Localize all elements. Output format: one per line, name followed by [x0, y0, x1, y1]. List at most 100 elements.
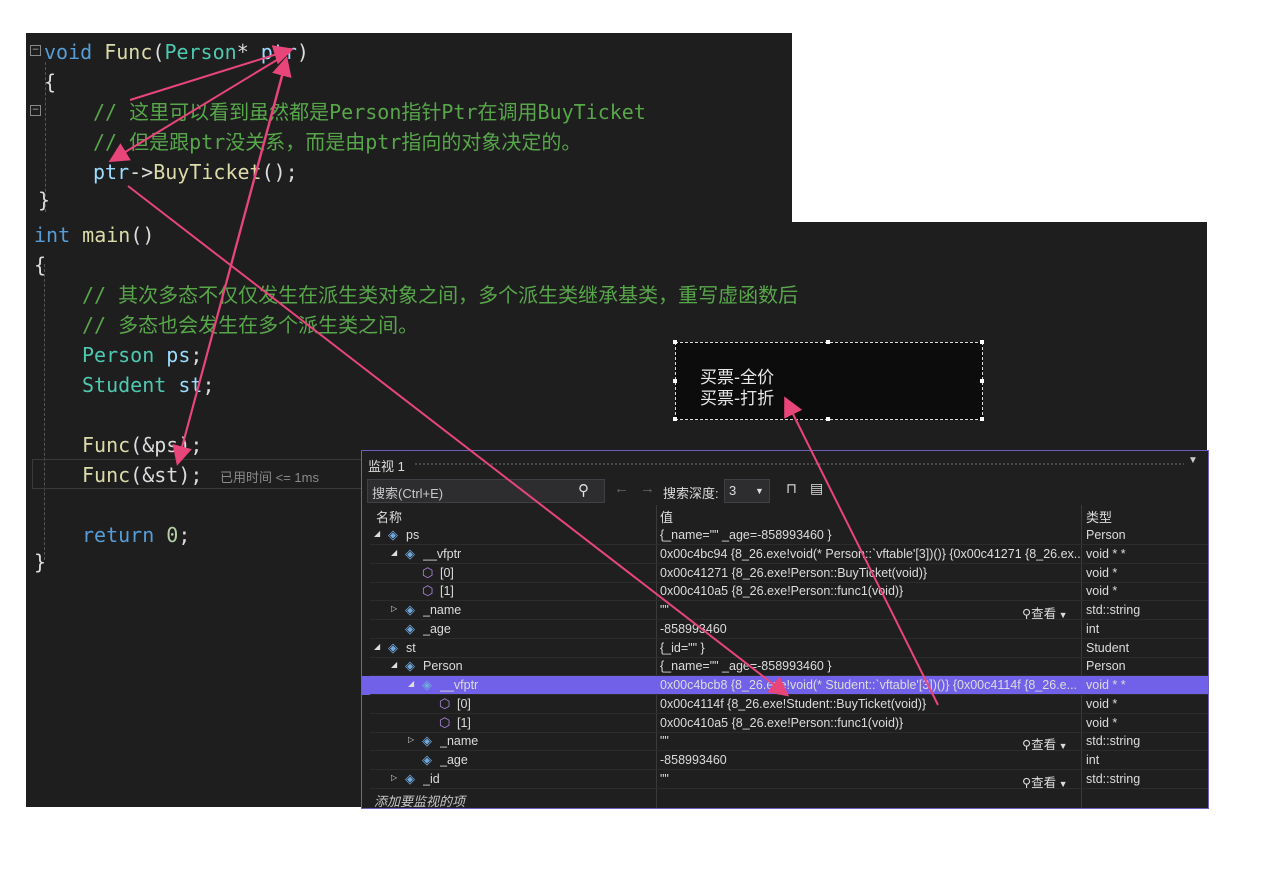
watch-row[interactable]: ▷ ◈ _name "" ⚲查看 ▼ std::string [370, 732, 1208, 752]
collapse-triangle-icon[interactable]: ◢ [374, 529, 380, 538]
watch-row[interactable]: ◈ _age -858993460 int [370, 751, 1208, 770]
object-icon: ◈ [405, 658, 415, 674]
hex-display-icon[interactable]: ▤ [810, 480, 823, 497]
watch-row-name: st [406, 640, 416, 655]
watch-row-value[interactable]: {_name="" _age=-858993460 } [660, 659, 1080, 673]
watch-row-value[interactable]: 0x00c41271 {8_26.exe!Person::BuyTicket(v… [660, 566, 1080, 580]
search-depth-value: 3 [729, 483, 737, 498]
watch-row[interactable]: ◢ ◈ __vfptr 0x00c4bc94 {8_26.exe!void(* Per… [370, 545, 1208, 564]
code-comment: // 但是跟ptr没关系，而是由ptr指向的对象决定的。 [93, 130, 582, 154]
code-comment: // 这里可以看到虽然都是Person指针Ptr在调用BuyTicket [93, 100, 646, 124]
code-line-buyticket-call: ptr->BuyTicket(); [93, 160, 298, 184]
watch-row[interactable]: ⬡ [1] 0x00c410a5 {8_26.exe!Person::func1(v… [370, 714, 1208, 733]
fold-toggle-icon[interactable]: − [30, 105, 41, 116]
object-icon: ◈ [405, 620, 415, 636]
watch-titlebar[interactable]: 监视 1 ▼ [362, 451, 1208, 475]
watch-row[interactable]: ⬡ [0] 0x00c4114f {8_26.exe!Student::BuyTic… [370, 695, 1208, 714]
chevron-down-icon: ▼ [755, 486, 764, 496]
watch-row-type: std::string [1086, 771, 1141, 786]
watch-row-type: std::string [1086, 734, 1141, 749]
code-line-main-signature: int main() [34, 223, 155, 247]
object-icon: ◈ [405, 770, 415, 786]
column-header-name[interactable]: 名称 [376, 507, 402, 526]
expand-triangle-icon[interactable]: ▷ [391, 604, 397, 613]
resize-handle[interactable] [826, 340, 830, 344]
watch-row-value[interactable]: "" [660, 603, 1080, 617]
array-element-icon: ⬡ [439, 714, 451, 730]
search-depth-label: 搜索深度: [663, 486, 719, 501]
watch-row[interactable]: ◢ ◈ ps {_name="" _age=-858993460 } Person [370, 526, 1208, 545]
watch-row-type: int [1086, 621, 1100, 636]
watch-row-type: Person [1086, 659, 1126, 674]
elapsed-time-hint: 已用时间 <= 1ms [220, 470, 319, 485]
watch-row[interactable]: ▷ ◈ _id "" ⚲查看 ▼ std::string [370, 770, 1208, 790]
watch-row-name: _name [440, 734, 479, 749]
watch-row-value[interactable]: 0x00c410a5 {8_26.exe!Person::func1(void)… [660, 584, 1080, 598]
watch-row-value[interactable]: 0x00c4bcb8 {8_26.exe!void(* Student::`vf… [660, 678, 1080, 692]
watch-row-value[interactable]: -858993460 [660, 753, 1080, 767]
resize-handle[interactable] [980, 379, 984, 383]
watch-row-value[interactable]: 0x00c4bc94 {8_26.exe!void(* Person::`vft… [660, 547, 1080, 561]
titlebar-grip[interactable] [414, 462, 1184, 466]
array-element-icon: ⬡ [422, 583, 434, 599]
object-icon: ◈ [388, 639, 398, 655]
watch-row-type: Student [1086, 640, 1130, 655]
watch-row-name: ps [406, 528, 420, 542]
collapse-triangle-icon[interactable]: ◢ [391, 660, 397, 669]
collapse-triangle-icon[interactable]: ◢ [408, 679, 414, 688]
watch-row-value[interactable]: -858993460 [660, 622, 1080, 636]
watch-row-name: _age [423, 621, 451, 636]
watch-row-name: __vfptr [440, 678, 479, 692]
watch-row[interactable]: ◢ ◈ __vfptr 0x00c4bcb8 {8_26.exe!void(* Stu… [362, 676, 1208, 695]
watch-row[interactable]: ⬡ [1] 0x00c410a5 {8_26.exe!Person::func1(v… [370, 582, 1208, 601]
watch-row-name: [1] [440, 584, 454, 599]
watch-row-name: [0] [457, 696, 471, 711]
watch-row[interactable]: ◢ ◈ Person {_name="" _age=-858993460 } Perso… [370, 657, 1208, 676]
resize-handle[interactable] [673, 379, 677, 383]
watch-row-value[interactable]: "" [660, 772, 1080, 786]
watch-row-type: std::string [1086, 603, 1141, 617]
collapse-triangle-icon[interactable]: ◢ [374, 642, 380, 651]
search-icon[interactable]: ⚲ [578, 481, 589, 499]
forward-arrow-icon[interactable]: → [640, 480, 655, 497]
watch-row-value[interactable]: 0x00c4114f {8_26.exe!Student::BuyTicket(… [660, 697, 1080, 711]
expand-triangle-icon[interactable]: ▷ [408, 735, 414, 744]
pin-icon[interactable]: ⊓ [786, 480, 797, 497]
watch-row-name: Person [423, 659, 463, 674]
watch-row-value[interactable]: 0x00c410a5 {8_26.exe!Person::func1(void)… [660, 716, 1080, 730]
resize-handle[interactable] [980, 417, 984, 421]
resize-handle[interactable] [980, 340, 984, 344]
watch-row[interactable]: ◢ ◈ st {_id="" } Student [370, 639, 1208, 658]
expand-triangle-icon[interactable]: ▷ [391, 773, 397, 782]
back-arrow-icon[interactable]: ← [614, 480, 629, 497]
column-header-value[interactable]: 值 [660, 507, 673, 526]
watch-row-value[interactable]: {_id="" } [660, 641, 1080, 655]
watch-row-type: void * [1086, 715, 1118, 730]
collapse-triangle-icon[interactable]: ◢ [391, 548, 397, 557]
resize-handle[interactable] [826, 417, 830, 421]
fold-toggle-icon[interactable]: − [30, 45, 41, 56]
watch-row-value[interactable]: {_name="" _age=-858993460 } [660, 528, 1080, 542]
watch-window: 监视 1 ▼ 搜索(Ctrl+E) ⚲ ← → 搜索深度: 3 ▼ ⊓ ▤ 名称… [361, 450, 1209, 809]
watch-row[interactable]: ▷ ◈ _name "" ⚲查看 ▼ std::string [370, 601, 1208, 621]
code-line-decl-student: Student st; [82, 373, 215, 397]
watch-row-name: [1] [457, 715, 471, 730]
watch-row[interactable]: ⬡ [0] 0x00c41271 {8_26.exe!Person::BuyTick… [370, 564, 1208, 583]
watch-row-value[interactable]: "" [660, 734, 1080, 748]
add-watch-item[interactable]: 添加要监视的项 [374, 791, 465, 810]
dropdown-icon[interactable]: ▼ [1188, 455, 1198, 466]
watch-row-type: void * * [1086, 546, 1126, 561]
array-element-icon: ⬡ [422, 564, 434, 580]
code-line-func-call-ps: Func(&ps); [82, 433, 203, 457]
resize-handle[interactable] [673, 417, 677, 421]
resize-handle[interactable] [673, 340, 677, 344]
search-depth-select[interactable]: 3 ▼ [724, 479, 770, 503]
code-line-return: return 0; [82, 523, 191, 547]
watch-row[interactable]: ◈ _age -858993460 int [370, 620, 1208, 639]
code-line-decl-person: Person ps; [82, 343, 203, 367]
column-header-type[interactable]: 类型 [1086, 507, 1112, 526]
watch-row-name: _id [423, 771, 440, 786]
watch-search-input[interactable]: 搜索(Ctrl+E) ⚲ [367, 479, 605, 503]
watch-row-name: _name [423, 603, 462, 617]
code-line-func-signature: void Func(Person* ptr) [44, 40, 309, 64]
